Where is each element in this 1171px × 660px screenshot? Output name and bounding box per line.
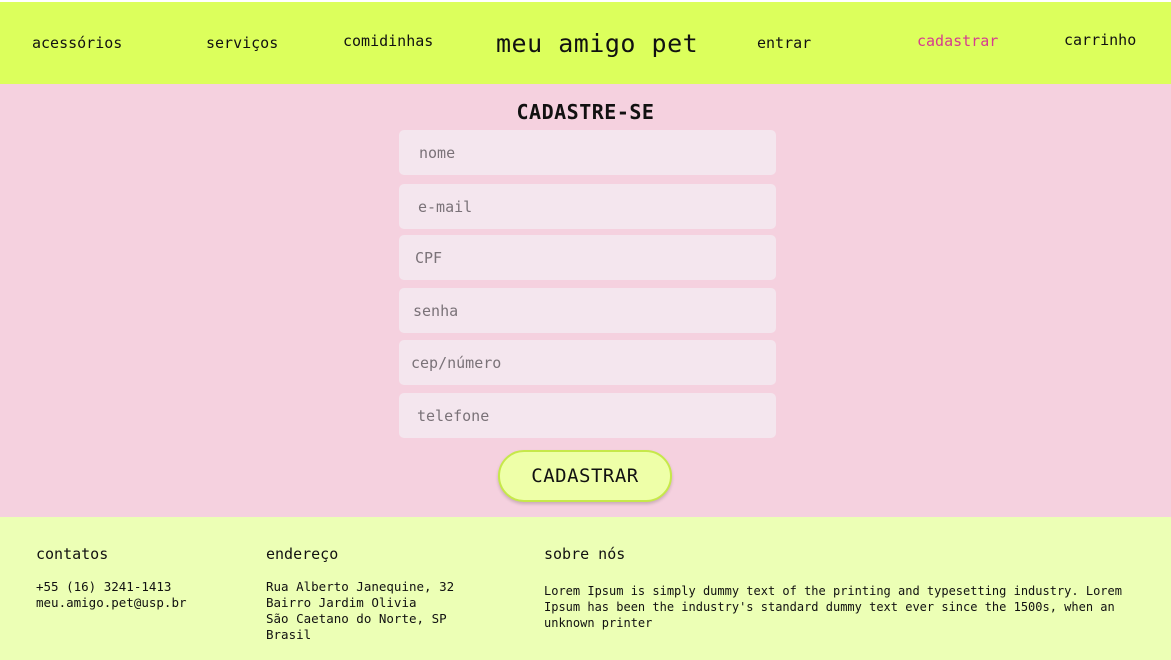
about-heading: sobre nós: [544, 545, 626, 563]
nav-servicos[interactable]: serviços: [206, 2, 278, 84]
site-footer: contatos +55 (16) 3241-1413 meu.amigo.pe…: [0, 517, 1171, 660]
contact-email[interactable]: meu.amigo.pet@usp.br: [36, 595, 187, 611]
nav-entrar[interactable]: entrar: [757, 2, 811, 84]
phone-field[interactable]: [399, 393, 776, 438]
about-text: Lorem Ipsum is simply dummy text of the …: [544, 584, 1122, 630]
signup-section: CADASTRE-SE CADASTRAR: [0, 84, 1171, 517]
nav-carrinho[interactable]: carrinho: [1064, 0, 1136, 81]
email-field[interactable]: [399, 184, 776, 229]
nav-acessorios[interactable]: acessórios: [32, 2, 122, 84]
site-logo[interactable]: meu amigo pet: [496, 2, 698, 84]
nav-cadastrar[interactable]: cadastrar: [917, 0, 998, 82]
cpf-field[interactable]: [399, 235, 776, 280]
address-line: Rua Alberto Janequine, 32: [266, 579, 455, 594]
password-field[interactable]: [399, 288, 776, 333]
contact-phone: +55 (16) 3241-1413: [36, 579, 172, 594]
address-line: São Caetano do Norte, SP: [266, 611, 447, 626]
signup-button[interactable]: CADASTRAR: [498, 450, 672, 502]
address-line: Brasil: [266, 627, 312, 642]
name-field[interactable]: [399, 130, 776, 175]
nav-comidinhas[interactable]: comidinhas: [343, 0, 433, 82]
cep-number-field[interactable]: [399, 340, 776, 385]
contacts-heading: contatos: [36, 545, 109, 563]
form-title: CADASTRE-SE: [516, 100, 655, 124]
address-heading: endereço: [266, 545, 339, 563]
address-line: Bairro Jardim Olivia: [266, 595, 417, 610]
site-header: acessórios serviços comidinhas meu amigo…: [0, 2, 1171, 84]
